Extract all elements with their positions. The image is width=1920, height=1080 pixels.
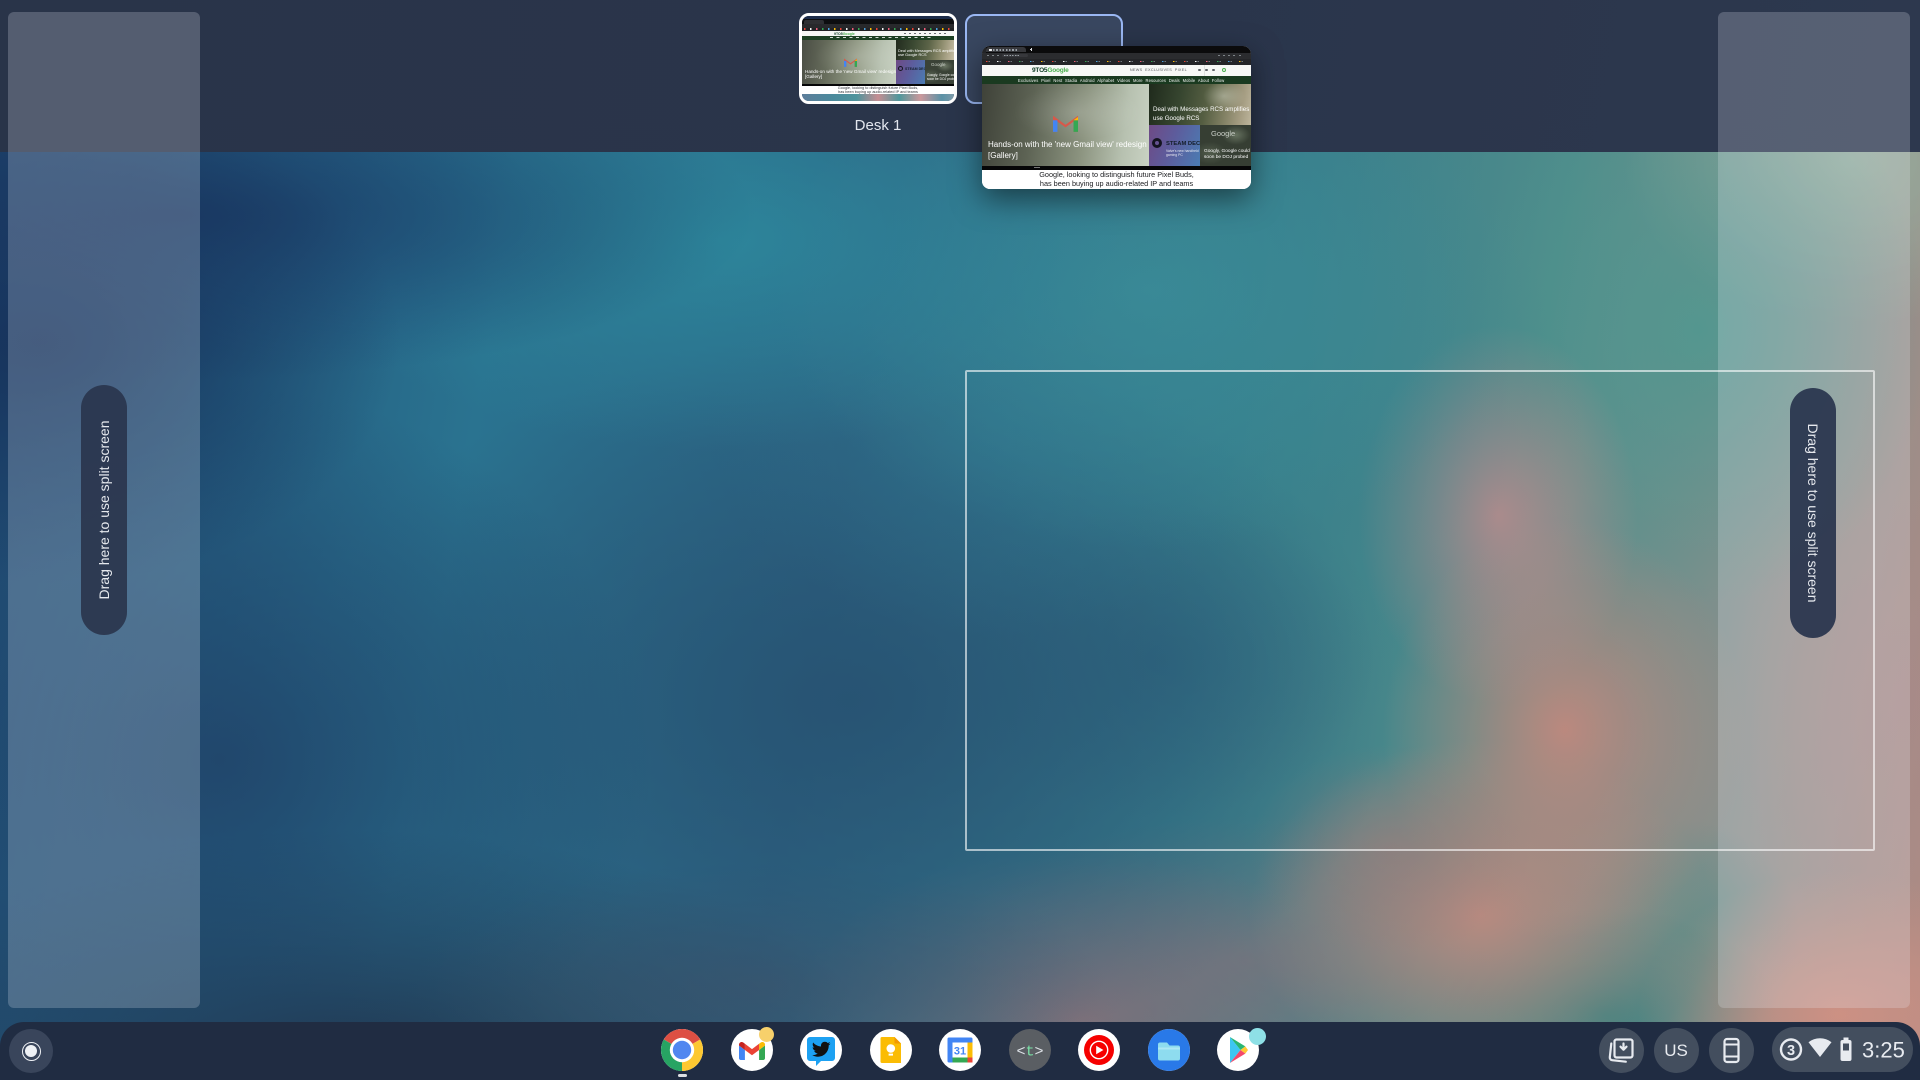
svg-text:31: 31 — [954, 1045, 966, 1057]
svg-text:3:25: 3:25 — [1862, 1038, 1905, 1063]
svg-text:3: 3 — [1787, 1043, 1795, 1059]
svg-text:<t>: <t> — [1016, 1043, 1043, 1060]
